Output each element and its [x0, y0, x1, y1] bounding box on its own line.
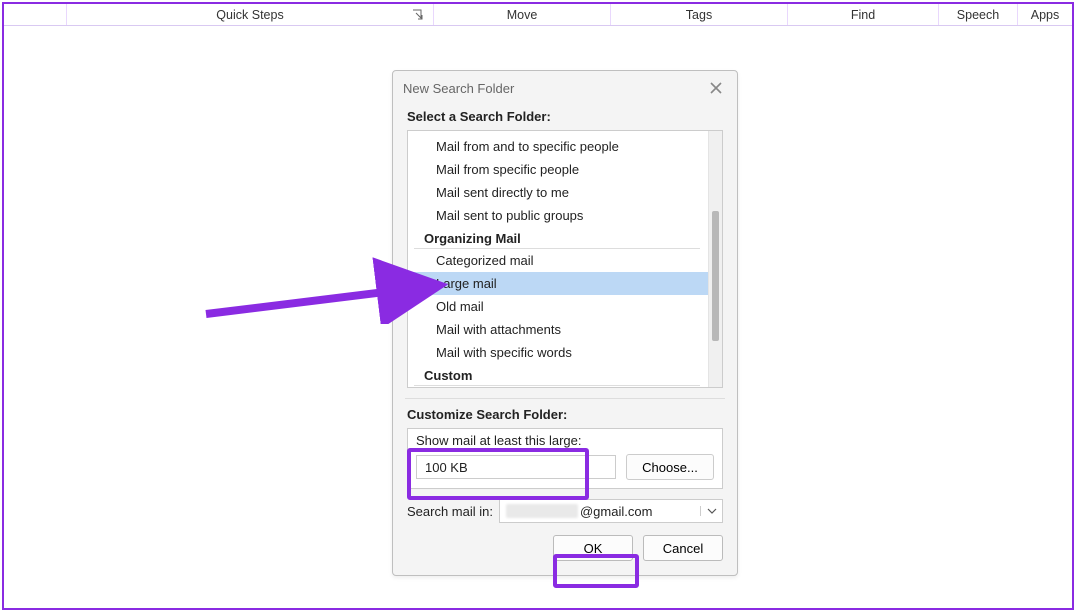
search-folder-list: Mail from and to specific peopleMail fro… — [407, 130, 723, 388]
search-mail-in-value: @gmail.com — [500, 504, 700, 519]
ribbon-group-speech[interactable]: Speech — [939, 4, 1017, 25]
customize-label: Customize Search Folder: — [407, 407, 723, 422]
list-item[interactable]: Categorized mail — [408, 249, 708, 272]
search-mail-in-label: Search mail in: — [407, 504, 493, 519]
close-icon — [710, 82, 722, 94]
new-search-folder-dialog: New Search Folder Select a Search Folder… — [392, 70, 738, 576]
ribbon-group-label: Quick Steps — [210, 8, 289, 22]
mail-size-field[interactable]: 100 KB — [416, 455, 616, 479]
ribbon-group-label: Tags — [680, 8, 718, 22]
redacted-account-prefix — [506, 504, 578, 518]
dialog-launcher-icon[interactable] — [409, 6, 427, 24]
ribbon-groups: Quick Steps Move Tags Find Speech Apps — [4, 4, 1072, 26]
list-item[interactable]: Mail with specific words — [408, 341, 708, 364]
search-mail-in-combo[interactable]: @gmail.com — [499, 499, 723, 523]
close-button[interactable] — [705, 77, 727, 99]
ribbon-group-label: Move — [501, 8, 544, 22]
dialog-body: Select a Search Folder: Mail from and to… — [393, 109, 737, 575]
list-item[interactable]: Create a custom Search Folder — [408, 386, 708, 387]
ribbon-group-quick-steps[interactable]: Quick Steps — [67, 4, 433, 25]
ribbon-group-label: Apps — [1025, 8, 1066, 22]
chevron-down-icon — [707, 506, 717, 516]
dialog-title: New Search Folder — [403, 81, 514, 96]
ribbon-group-label: Find — [845, 8, 881, 22]
list-group-header: Organizing Mail — [414, 229, 700, 249]
ribbon-group-apps[interactable]: Apps — [1018, 4, 1072, 25]
list-item[interactable]: Large mail — [408, 272, 708, 295]
account-suffix: @gmail.com — [580, 504, 652, 519]
scrollbar-thumb[interactable] — [712, 211, 719, 341]
cancel-button[interactable]: Cancel — [643, 535, 723, 561]
show-mail-size-label: Show mail at least this large: — [416, 433, 714, 448]
list-item[interactable]: Mail from and to specific people — [408, 135, 708, 158]
ribbon-group-find[interactable]: Find — [788, 4, 938, 25]
ribbon-group-label: Speech — [951, 8, 1005, 22]
mail-size-value: 100 KB — [425, 460, 468, 475]
search-mail-in-row: Search mail in: @gmail.com — [407, 499, 723, 523]
list-item[interactable]: Old mail — [408, 295, 708, 318]
folder-list-inner[interactable]: Mail from and to specific peopleMail fro… — [408, 131, 708, 387]
ribbon-spacer — [4, 4, 66, 25]
ok-button[interactable]: OK — [553, 535, 633, 561]
divider — [405, 398, 725, 399]
list-item[interactable]: Mail with attachments — [408, 318, 708, 341]
list-item[interactable]: Mail from specific people — [408, 158, 708, 181]
dialog-titlebar: New Search Folder — [393, 71, 737, 105]
combo-dropdown-button[interactable] — [700, 506, 722, 516]
dialog-button-row: OK Cancel — [407, 535, 723, 561]
ribbon-group-move[interactable]: Move — [434, 4, 610, 25]
screenshot-frame: Quick Steps Move Tags Find Speech Apps N… — [2, 2, 1074, 610]
list-item[interactable]: Mail sent directly to me — [408, 181, 708, 204]
list-item[interactable]: Mail sent to public groups — [408, 204, 708, 227]
choose-button[interactable]: Choose... — [626, 454, 714, 480]
select-folder-label: Select a Search Folder: — [407, 109, 723, 124]
list-group-header: Custom — [414, 366, 700, 386]
list-scrollbar[interactable] — [708, 131, 722, 387]
customize-box: Show mail at least this large: 100 KB Ch… — [407, 428, 723, 489]
ribbon-group-tags[interactable]: Tags — [611, 4, 787, 25]
